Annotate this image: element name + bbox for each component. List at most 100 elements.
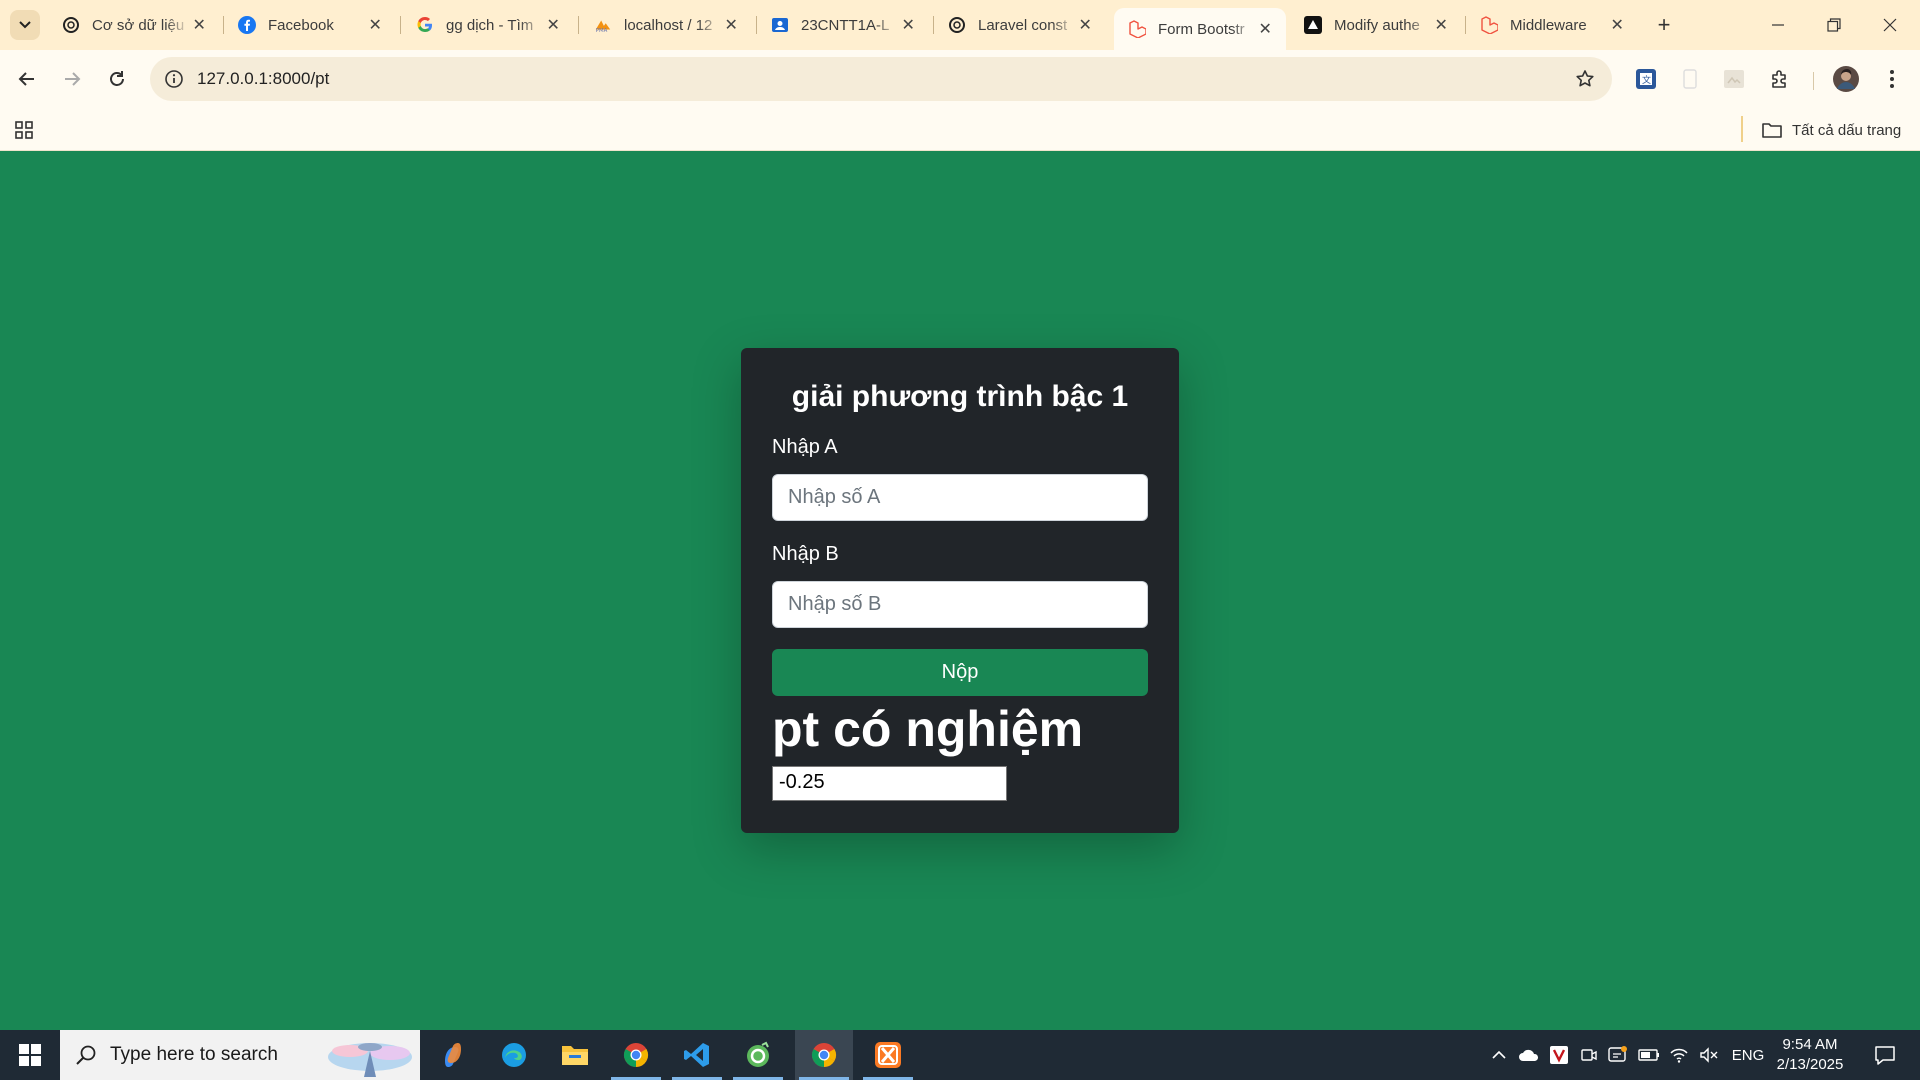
back-button[interactable] bbox=[9, 61, 45, 97]
close-icon[interactable]: ✕ bbox=[1076, 16, 1094, 34]
search-placeholder: Type here to search bbox=[110, 1044, 278, 1065]
apps-grid-icon[interactable] bbox=[12, 118, 36, 142]
extension-icon[interactable] bbox=[1674, 63, 1706, 95]
openai-icon bbox=[62, 16, 80, 34]
new-tab-button[interactable]: + bbox=[1650, 12, 1678, 38]
volume-muted-icon[interactable] bbox=[1696, 1030, 1722, 1080]
field-a-label: Nhập A bbox=[772, 436, 838, 458]
url-text[interactable]: 127.0.0.1:8000/pt bbox=[197, 69, 329, 89]
vscode-icon[interactable] bbox=[668, 1030, 726, 1080]
input-b[interactable] bbox=[772, 581, 1148, 628]
laravel-icon bbox=[1480, 16, 1498, 34]
tab-4[interactable]: 23CNTT1A-L ✕ bbox=[757, 8, 929, 42]
close-icon bbox=[1883, 18, 1897, 32]
tab-5[interactable]: Laravel const ✕ bbox=[934, 8, 1106, 42]
field-b-label: Nhập B bbox=[772, 543, 839, 565]
language-indicator[interactable]: ENG bbox=[1728, 1030, 1768, 1080]
onedrive-icon[interactable] bbox=[1516, 1030, 1542, 1080]
svg-text:PMA: PMA bbox=[596, 28, 608, 34]
xampp-icon[interactable] bbox=[859, 1030, 917, 1080]
file-explorer-icon[interactable] bbox=[546, 1030, 604, 1080]
openai-icon bbox=[948, 16, 966, 34]
tab-separator bbox=[578, 16, 579, 34]
copilot-icon[interactable] bbox=[424, 1030, 482, 1080]
tab-search-button[interactable] bbox=[10, 10, 40, 40]
google-icon bbox=[416, 16, 434, 34]
tab-7[interactable]: Modify authe ✕ bbox=[1290, 8, 1462, 42]
tab-title: Form Bootstr bbox=[1158, 20, 1245, 38]
notifications-icon[interactable] bbox=[1860, 1030, 1910, 1080]
minimize-button[interactable] bbox=[1750, 0, 1806, 50]
windows-logo-icon bbox=[19, 1044, 41, 1066]
close-icon[interactable]: ✕ bbox=[1432, 16, 1450, 34]
search-highlight-image bbox=[328, 1043, 412, 1077]
clock-date: 2/13/2025 bbox=[1776, 1056, 1844, 1073]
extension-icon[interactable] bbox=[1718, 63, 1750, 95]
extensions-puzzle-icon[interactable] bbox=[1764, 63, 1796, 95]
close-icon[interactable]: ✕ bbox=[899, 16, 917, 34]
tab-separator bbox=[400, 16, 401, 34]
browser-toolbar: 127.0.0.1:8000/pt 文 bbox=[0, 50, 1920, 108]
restore-button[interactable] bbox=[1806, 0, 1862, 50]
tab-0[interactable]: Cơ sở dữ liệu ✕ bbox=[48, 8, 220, 42]
edge-icon[interactable] bbox=[485, 1030, 543, 1080]
toolbar-divider bbox=[1813, 72, 1814, 90]
restore-icon bbox=[1827, 18, 1841, 32]
vivaldi-tray-icon[interactable] bbox=[1546, 1030, 1572, 1080]
close-icon[interactable]: ✕ bbox=[722, 16, 740, 34]
reload-icon bbox=[110, 71, 124, 86]
plus-icon: + bbox=[1657, 12, 1671, 37]
svg-text:文: 文 bbox=[1642, 74, 1651, 86]
reload-button[interactable] bbox=[99, 61, 135, 97]
close-icon[interactable]: ✕ bbox=[1256, 20, 1274, 38]
forward-button[interactable] bbox=[54, 61, 90, 97]
start-button[interactable] bbox=[0, 1030, 60, 1080]
facebook-icon bbox=[238, 16, 256, 34]
tab-title: localhost / 12 bbox=[624, 16, 713, 34]
address-bar[interactable]: 127.0.0.1:8000/pt bbox=[150, 57, 1612, 101]
clock-time: 9:54 AM bbox=[1782, 1036, 1838, 1053]
classroom-icon bbox=[771, 16, 789, 34]
tab-1[interactable]: Facebook ✕ bbox=[224, 8, 396, 42]
all-bookmarks-label: Tất cả dấu trang bbox=[1792, 121, 1902, 139]
close-icon[interactable]: ✕ bbox=[366, 16, 384, 34]
search-icon bbox=[76, 1045, 96, 1065]
app-tray-icon[interactable] bbox=[1605, 1030, 1631, 1080]
all-bookmarks-button[interactable]: Tất cả dấu trang bbox=[1762, 117, 1901, 143]
meet-now-icon[interactable] bbox=[1577, 1030, 1601, 1080]
tab-3[interactable]: PMA localhost / 12 ✕ bbox=[580, 8, 752, 42]
close-icon[interactable]: ✕ bbox=[1608, 16, 1626, 34]
battery-icon[interactable] bbox=[1636, 1030, 1662, 1080]
tab-6-active[interactable]: Form Bootstr ✕ bbox=[1114, 8, 1286, 50]
page-title: giải phương trình bậc 1 bbox=[791, 380, 1129, 413]
bookmarks-bar: Tất cả dấu trang bbox=[0, 108, 1920, 151]
app-icon[interactable] bbox=[729, 1030, 787, 1080]
clock[interactable]: 9:54 AM 2/13/2025 bbox=[1770, 1035, 1850, 1075]
tab-strip: Cơ sở dữ liệu ✕ Facebook ✕ gg dịch - Tìm… bbox=[0, 0, 1920, 50]
tab-2[interactable]: gg dịch - Tìm ✕ bbox=[402, 8, 574, 42]
translate-extension-icon[interactable]: 文 bbox=[1630, 63, 1662, 95]
chrome-icon[interactable] bbox=[795, 1030, 853, 1080]
input-a[interactable] bbox=[772, 474, 1148, 521]
result-value: -0.25 bbox=[772, 766, 1007, 801]
chrome-icon[interactable] bbox=[607, 1030, 665, 1080]
minimize-icon bbox=[1772, 24, 1784, 26]
laravel-icon bbox=[1128, 20, 1146, 38]
tab-title: Middleware bbox=[1510, 16, 1587, 34]
close-icon[interactable]: ✕ bbox=[544, 16, 562, 34]
taskbar-search-box[interactable]: Type here to search bbox=[60, 1030, 420, 1080]
tab-title: Modify authe bbox=[1334, 16, 1420, 34]
arrow-right-icon bbox=[65, 72, 81, 86]
close-window-button[interactable] bbox=[1862, 0, 1918, 50]
menu-kebab-icon[interactable] bbox=[1876, 63, 1908, 95]
equation-form-card: giải phương trình bậc 1 Nhập A Nhập B Nộ… bbox=[741, 348, 1179, 833]
wifi-icon[interactable] bbox=[1666, 1030, 1692, 1080]
bookmark-star-icon[interactable] bbox=[1572, 66, 1598, 92]
close-icon[interactable]: ✕ bbox=[190, 16, 208, 34]
profile-avatar[interactable] bbox=[1830, 63, 1862, 95]
tab-8[interactable]: Middleware ✕ bbox=[1466, 8, 1638, 42]
tray-chevron-up-icon[interactable] bbox=[1488, 1030, 1510, 1080]
folder-icon bbox=[1762, 123, 1782, 138]
site-info-icon[interactable] bbox=[160, 65, 188, 93]
submit-button[interactable]: Nộp bbox=[772, 649, 1148, 696]
